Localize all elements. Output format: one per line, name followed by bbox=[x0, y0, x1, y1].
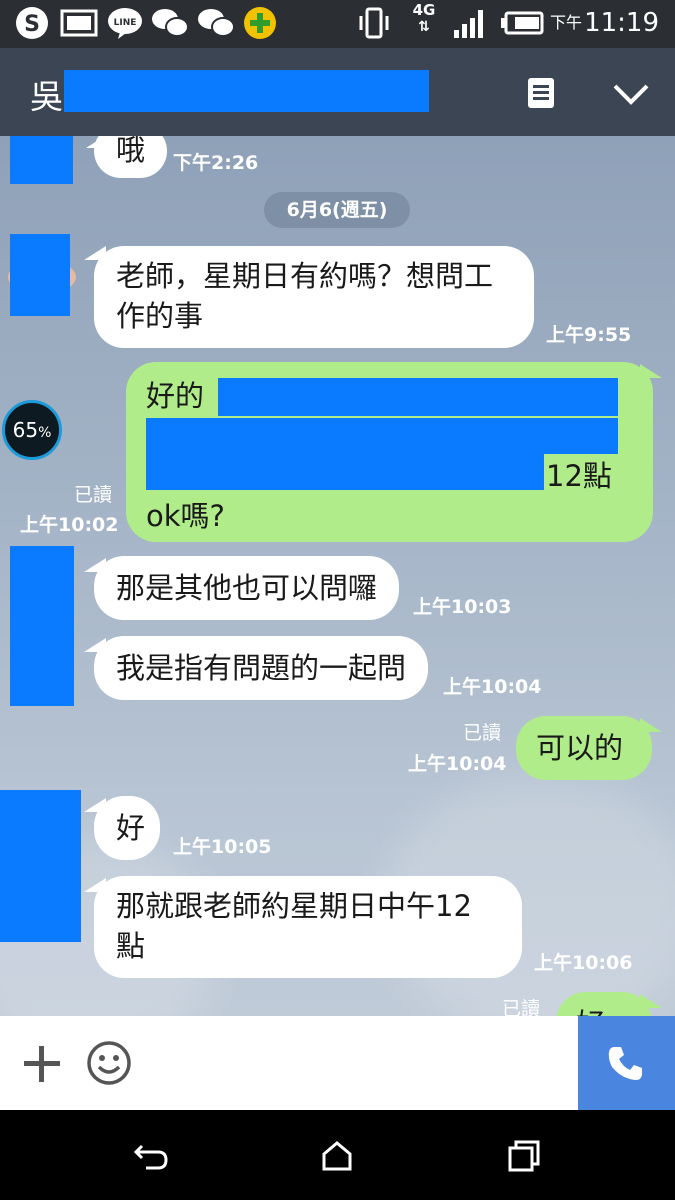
message-time: 上午10:06 bbox=[534, 952, 633, 974]
date-separator: 6月6(週五) bbox=[264, 192, 410, 228]
signal-icon bbox=[454, 10, 483, 38]
line-icon: LINE bbox=[108, 8, 142, 39]
svg-text:LINE: LINE bbox=[114, 18, 137, 28]
message-text-line: 那就跟老師約星期日中午12 bbox=[116, 889, 472, 923]
battery-icon bbox=[501, 11, 544, 35]
avatar[interactable] bbox=[0, 790, 81, 942]
message-time: 上午9:55 bbox=[546, 324, 632, 346]
battery-widget-unit: % bbox=[38, 425, 52, 441]
smile-icon[interactable] bbox=[86, 1040, 132, 1086]
message-time: 上午10:03 bbox=[413, 596, 512, 618]
status-time: 下午11:19 bbox=[550, 8, 659, 38]
avatar[interactable] bbox=[10, 136, 73, 184]
home-icon[interactable] bbox=[320, 1140, 354, 1172]
message-bubble[interactable]: 那是其他也可以問囉 bbox=[94, 556, 400, 620]
message-text: 好 bbox=[116, 811, 146, 845]
status-time-period: 下午 bbox=[550, 13, 583, 32]
message-time: 下午2:26 bbox=[173, 152, 259, 174]
message-text-line: ok嗎? bbox=[146, 499, 225, 533]
svg-text:S: S bbox=[24, 12, 40, 37]
recents-icon[interactable] bbox=[506, 1140, 542, 1172]
battery-widget[interactable]: 65% bbox=[2, 400, 62, 460]
network-4g-icon: 4G ⇅ bbox=[412, 1, 436, 35]
status-bar: S LINE 4G ⇅ 下午11:19 bbox=[0, 0, 675, 48]
message-time: 上午10:04 bbox=[443, 676, 542, 698]
vibrate-icon bbox=[359, 7, 389, 39]
avatar[interactable] bbox=[10, 546, 74, 706]
message-text: 我是指有問題的一起問 bbox=[116, 651, 407, 685]
message-bubble[interactable]: 我是指有問題的一起問 bbox=[94, 636, 429, 700]
back-icon[interactable] bbox=[132, 1140, 170, 1172]
redaction-block bbox=[146, 452, 544, 490]
message-bubble[interactable]: 好的 bbox=[556, 992, 652, 1016]
message-time: 上午10:04 bbox=[408, 753, 507, 775]
message-text-line: 作的事 bbox=[116, 299, 204, 333]
message-time: 上午10:05 bbox=[173, 836, 272, 858]
chat-area[interactable]: 哦 下午2:26 6月6(週五) 老師，星期日有約嗎？想問工 作的事 上午9:5… bbox=[0, 136, 675, 1016]
message-bubble[interactable]: 哦 bbox=[94, 136, 168, 178]
avatar[interactable] bbox=[10, 234, 70, 316]
read-receipt: 已讀 bbox=[502, 998, 541, 1016]
skype-icon: S bbox=[16, 7, 48, 39]
read-receipt: 已讀 bbox=[463, 722, 502, 744]
notes-icon[interactable] bbox=[526, 76, 556, 110]
message-text: 哦 bbox=[116, 136, 146, 167]
phone-icon bbox=[608, 1047, 642, 1080]
chevron-down-icon[interactable] bbox=[612, 82, 650, 106]
message-bubble[interactable]: 那就跟老師約星期日中午12 點 bbox=[94, 876, 522, 978]
navigation-bar bbox=[0, 1110, 675, 1200]
message-bubble[interactable]: 老師，星期日有約嗎？想問工 作的事 bbox=[94, 246, 534, 348]
input-bar bbox=[0, 1016, 675, 1110]
message-bubble[interactable]: 可以的 bbox=[516, 716, 652, 780]
app-plus-icon bbox=[244, 7, 276, 39]
message-text: 那是其他也可以問囉 bbox=[116, 571, 378, 605]
message-time: 上午10:02 bbox=[20, 514, 119, 536]
message-text: 可以的 bbox=[536, 731, 624, 765]
message-text-line: 老師，星期日有約嗎？想問工 bbox=[116, 259, 494, 293]
chat-title[interactable]: 吳 bbox=[30, 70, 63, 118]
plus-icon[interactable] bbox=[22, 1044, 62, 1084]
read-receipt: 已讀 bbox=[74, 484, 113, 506]
call-button[interactable] bbox=[578, 1016, 675, 1110]
redaction-block bbox=[146, 418, 618, 454]
redaction-block bbox=[218, 378, 618, 416]
gallery-icon bbox=[60, 9, 98, 37]
wechat-icon bbox=[198, 9, 235, 37]
redaction-block bbox=[64, 70, 429, 112]
chat-header: 吳 bbox=[0, 48, 675, 136]
network-label: 4G bbox=[412, 1, 436, 19]
message-bubble[interactable]: 好 bbox=[94, 796, 160, 860]
status-time-value: 11:19 bbox=[584, 8, 659, 38]
message-text: 好的 bbox=[576, 1007, 605, 1016]
message-text-line: 點 bbox=[116, 929, 146, 963]
wechat-icon bbox=[152, 9, 189, 37]
battery-widget-value: 65 bbox=[12, 418, 39, 442]
